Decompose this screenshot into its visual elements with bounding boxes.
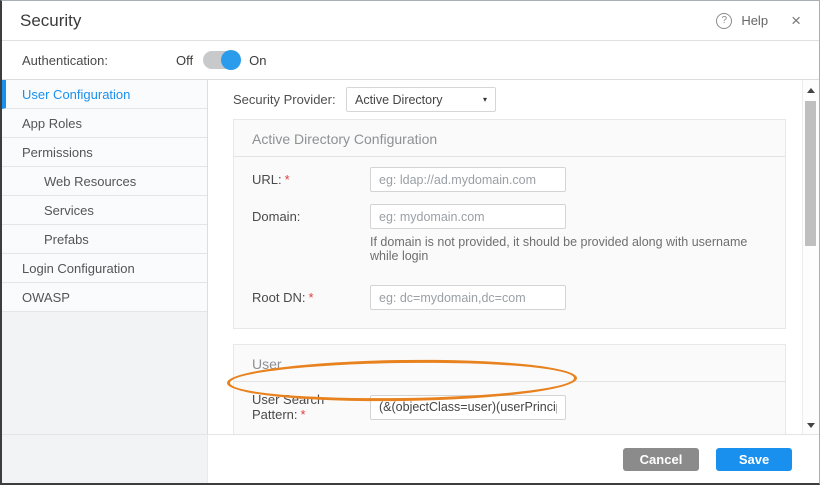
required-marker: * (301, 407, 306, 422)
sidebar-item-prefabs[interactable]: Prefabs (2, 225, 207, 254)
required-marker: * (285, 172, 290, 187)
rootdn-field-row: Root DN:* (252, 285, 767, 310)
header-actions: ? Help × (716, 12, 801, 29)
help-link[interactable]: Help (741, 13, 768, 28)
domain-field-row: Domain: (252, 204, 767, 229)
cancel-button[interactable]: Cancel (623, 448, 699, 471)
main-content: Security Provider: Active Directory ▾ Ac… (208, 80, 802, 434)
sidebar-item-services[interactable]: Services (2, 196, 207, 225)
sidebar-item-user-configuration[interactable]: User Configuration (2, 80, 207, 109)
toggle-on-label: On (249, 53, 266, 68)
authentication-label: Authentication: (22, 53, 108, 68)
help-icon[interactable]: ? (716, 13, 732, 29)
save-button[interactable]: Save (716, 448, 792, 471)
authentication-toggle[interactable] (203, 51, 239, 69)
footer-sidebar-area (2, 435, 208, 483)
page-title: Security (20, 11, 81, 31)
user-panel-body: User Search Pattern:* Test Username:* (234, 382, 785, 434)
sidebar-item-permissions[interactable]: Permissions (2, 138, 207, 167)
scrollbar-thumb[interactable] (805, 101, 816, 246)
dialog-body: User Configuration App Roles Permissions… (2, 80, 819, 434)
footer-actions: Cancel Save (208, 435, 819, 483)
user-panel: User User Search Pattern:* Test Username… (233, 344, 786, 434)
authentication-row: Authentication: Off On (2, 41, 819, 80)
sidebar-item-login-configuration[interactable]: Login Configuration (2, 254, 207, 283)
url-label: URL:* (252, 172, 370, 187)
toggle-knob (221, 50, 241, 70)
user-panel-title: User (234, 345, 785, 381)
user-search-pattern-row: User Search Pattern:* (252, 392, 767, 422)
security-provider-row: Security Provider: Active Directory ▾ (233, 80, 794, 119)
chevron-down-icon: ▾ (483, 95, 487, 104)
security-provider-label: Security Provider: (233, 92, 346, 107)
active-directory-panel-title: Active Directory Configuration (234, 120, 785, 156)
toggle-off-label: Off (176, 53, 193, 68)
url-input[interactable] (370, 167, 566, 192)
domain-note: If domain is not provided, it should be … (370, 235, 767, 263)
active-directory-panel: Active Directory Configuration URL:* Dom… (233, 119, 786, 329)
domain-label: Domain: (252, 209, 370, 224)
dialog-footer: Cancel Save (2, 434, 819, 483)
dialog-header: Security ? Help × (2, 1, 819, 41)
vertical-scrollbar[interactable] (802, 80, 819, 434)
url-field-row: URL:* (252, 167, 767, 192)
rootdn-label: Root DN:* (252, 290, 370, 305)
close-icon[interactable]: × (791, 12, 801, 29)
scroll-up-arrow-icon[interactable] (807, 88, 815, 93)
sidebar: User Configuration App Roles Permissions… (2, 80, 208, 434)
rootdn-input[interactable] (370, 285, 566, 310)
sidebar-item-web-resources[interactable]: Web Resources (2, 167, 207, 196)
scroll-down-arrow-icon[interactable] (807, 423, 815, 428)
security-dialog: Security ? Help × Authentication: Off On… (0, 0, 820, 485)
security-provider-value: Active Directory (355, 93, 443, 107)
security-provider-select[interactable]: Active Directory ▾ (346, 87, 496, 112)
sidebar-item-app-roles[interactable]: App Roles (2, 109, 207, 138)
domain-input[interactable] (370, 204, 566, 229)
sidebar-item-owasp[interactable]: OWASP (2, 283, 207, 312)
user-search-pattern-label: User Search Pattern:* (252, 392, 370, 422)
active-directory-panel-body: URL:* Domain: If domain is not provided,… (234, 157, 785, 328)
required-marker: * (308, 290, 313, 305)
user-search-pattern-input[interactable] (370, 395, 566, 420)
